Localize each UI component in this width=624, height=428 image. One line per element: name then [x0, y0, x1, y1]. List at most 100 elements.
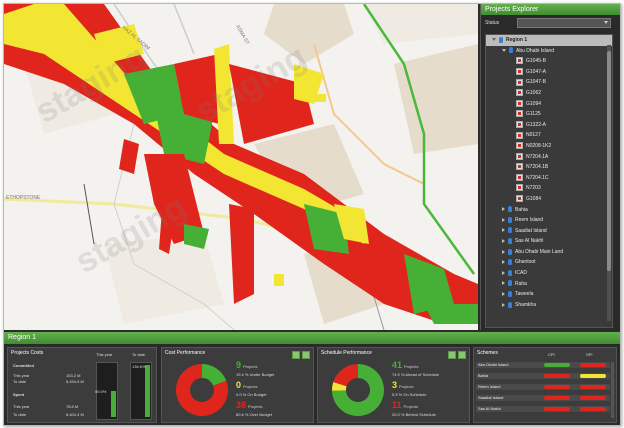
- project-marker-icon: [516, 163, 523, 171]
- tree-item-project[interactable]: N0208-1K2: [486, 141, 612, 152]
- collapse-icon[interactable]: [492, 38, 496, 42]
- project-label: G1047-A: [526, 68, 547, 75]
- tree-item-project[interactable]: G1062: [486, 88, 612, 99]
- tree-item-area[interactable]: Bahia: [486, 205, 612, 216]
- tree-item-area[interactable]: Reem Island: [486, 215, 612, 226]
- schedule-performance-card: Schedule Performance 41 Projects 74.5 % A…: [317, 347, 470, 423]
- refresh-icon[interactable]: [302, 351, 310, 359]
- tree-item-area[interactable]: Ghantoot: [486, 257, 612, 268]
- committed-this-year-label: This year: [13, 373, 30, 378]
- tree-item-area[interactable]: Sas Al Nakhl: [486, 236, 612, 247]
- expand-icon[interactable]: [502, 260, 505, 265]
- scheme-row[interactable]: Saadiat Island: [476, 395, 610, 401]
- map-view[interactable]: HAZ AL SADIM ASMA ST ETHOPSTONE staging …: [4, 4, 478, 330]
- expand-icon[interactable]: [502, 302, 505, 307]
- tree-item-project[interactable]: N7204.1B: [486, 162, 612, 173]
- scheme-row[interactable]: Abu Dhabi Island: [476, 362, 610, 368]
- export-icon[interactable]: [292, 351, 300, 359]
- spent-label: Spent: [13, 392, 25, 397]
- spi-indicator: [580, 385, 606, 389]
- tree-item-area[interactable]: Shamkha: [486, 300, 612, 311]
- behind-count: 11: [392, 400, 402, 410]
- project-tree[interactable]: Region 1 Abu Dhabi Island G1045-B G1047-A…: [485, 34, 613, 328]
- over-budget-text: 80.6 % Over Budget: [236, 412, 273, 417]
- area-list: Bahia Reem Island Saadiat Island Sas Al Nak…: [486, 205, 612, 311]
- expand-icon[interactable]: [502, 207, 505, 212]
- tree-item-project[interactable]: G1045-B: [486, 56, 612, 67]
- cpi-indicator: [544, 363, 570, 367]
- tree-item-project[interactable]: G1322-A: [486, 120, 612, 131]
- collapse-icon[interactable]: [502, 48, 506, 52]
- schemes-title: Schemes: [477, 350, 498, 356]
- behind-text: 20.0 % Behind Schedule: [392, 412, 436, 417]
- area-icon: [508, 216, 512, 223]
- project-marker-icon: [516, 78, 523, 86]
- patch-green: [424, 304, 478, 324]
- tree-item-project[interactable]: N7203: [486, 183, 612, 194]
- spent-to-date-label: To date: [13, 412, 27, 417]
- status-dropdown[interactable]: [517, 18, 612, 28]
- cpi-indicator: [544, 385, 570, 389]
- expand-icon[interactable]: [502, 270, 505, 275]
- under-budget-line: 9 Projects: [236, 360, 257, 370]
- expand-icon[interactable]: [502, 291, 505, 296]
- scroll-thumb[interactable]: [607, 51, 611, 271]
- ahead-unit: Projects: [404, 364, 419, 369]
- area-label: Abu Dhabi Main Land: [515, 248, 564, 255]
- project-label: G1047-B: [526, 79, 547, 86]
- scheme-row[interactable]: Bahia: [476, 373, 610, 379]
- project-marker-icon: [516, 67, 523, 75]
- gauge-to-date-fill: [145, 365, 150, 417]
- project-marker-icon: [516, 152, 523, 160]
- tree-item-area[interactable]: Raha: [486, 279, 612, 290]
- project-label: G1322-A: [526, 121, 547, 128]
- road-label: ASMA ST: [234, 24, 250, 46]
- scheme-row[interactable]: Reem Island: [476, 384, 610, 390]
- project-label: G1094: [526, 100, 542, 107]
- export-icon[interactable]: [448, 351, 456, 359]
- projects-costs-title: Projects Costs: [11, 350, 44, 356]
- app-window: HAZ AL SADIM ASMA ST ETHOPSTONE staging …: [3, 3, 621, 426]
- tree-item-project[interactable]: G1125: [486, 109, 612, 120]
- tree-item-project[interactable]: G1047-B: [486, 77, 612, 88]
- parcel: [364, 4, 478, 44]
- scheme-label: Reem Island: [478, 384, 501, 389]
- expand-icon[interactable]: [502, 217, 505, 222]
- tree-item-project[interactable]: N0127: [486, 130, 612, 141]
- map-canvas[interactable]: HAZ AL SADIM ASMA ST ETHOPSTONE staging …: [4, 4, 478, 330]
- cost-performance-title: Cost Performance: [165, 350, 206, 356]
- tree-item-project[interactable]: N7204.1C: [486, 173, 612, 184]
- expand-icon[interactable]: [502, 228, 505, 233]
- tree-item-area[interactable]: Abu Dhabi Main Land: [486, 247, 612, 258]
- refresh-icon[interactable]: [458, 351, 466, 359]
- tree-item-project[interactable]: N7204.1A: [486, 152, 612, 163]
- project-label: G1125: [526, 111, 541, 118]
- tree-item-project[interactable]: G1094: [486, 99, 612, 110]
- status-filter: Status: [481, 15, 620, 31]
- tree-item-area[interactable]: Saadiat Island: [486, 226, 612, 237]
- ahead-line: 41 Projects: [392, 360, 418, 370]
- tree-item-area[interactable]: ICAD: [486, 268, 612, 279]
- tree-item-island[interactable]: Abu Dhabi Island: [486, 46, 612, 57]
- scheme-row[interactable]: Sas Al Nakhl: [476, 406, 610, 412]
- on-budget-text: 0.0 % On Budget: [236, 392, 267, 397]
- schedule-donut: [332, 364, 384, 416]
- project-label: N7204.1C: [526, 174, 549, 181]
- cpi-header: CPI: [548, 352, 555, 357]
- over-budget-line: 38 Projects: [236, 400, 262, 410]
- expand-icon[interactable]: [502, 238, 505, 243]
- expand-icon[interactable]: [502, 281, 505, 286]
- patch-yellow: [274, 274, 284, 286]
- gauge-this-year-fill: [111, 391, 116, 417]
- tree-item-area[interactable]: Taweela: [486, 289, 612, 300]
- tree-item-region[interactable]: Region 1: [486, 35, 612, 46]
- schemes-scrollbar[interactable]: [611, 362, 614, 418]
- tree-item-project[interactable]: G1084: [486, 194, 612, 205]
- under-budget-count: 9: [236, 360, 242, 370]
- expand-icon[interactable]: [502, 249, 505, 254]
- status-label: Status: [485, 20, 500, 26]
- tree-item-project[interactable]: G1047-A: [486, 67, 612, 78]
- on-budget-line: 0 Projects: [236, 380, 257, 390]
- tree-scrollbar[interactable]: [607, 45, 611, 321]
- area-label: Ghantoot: [515, 259, 536, 266]
